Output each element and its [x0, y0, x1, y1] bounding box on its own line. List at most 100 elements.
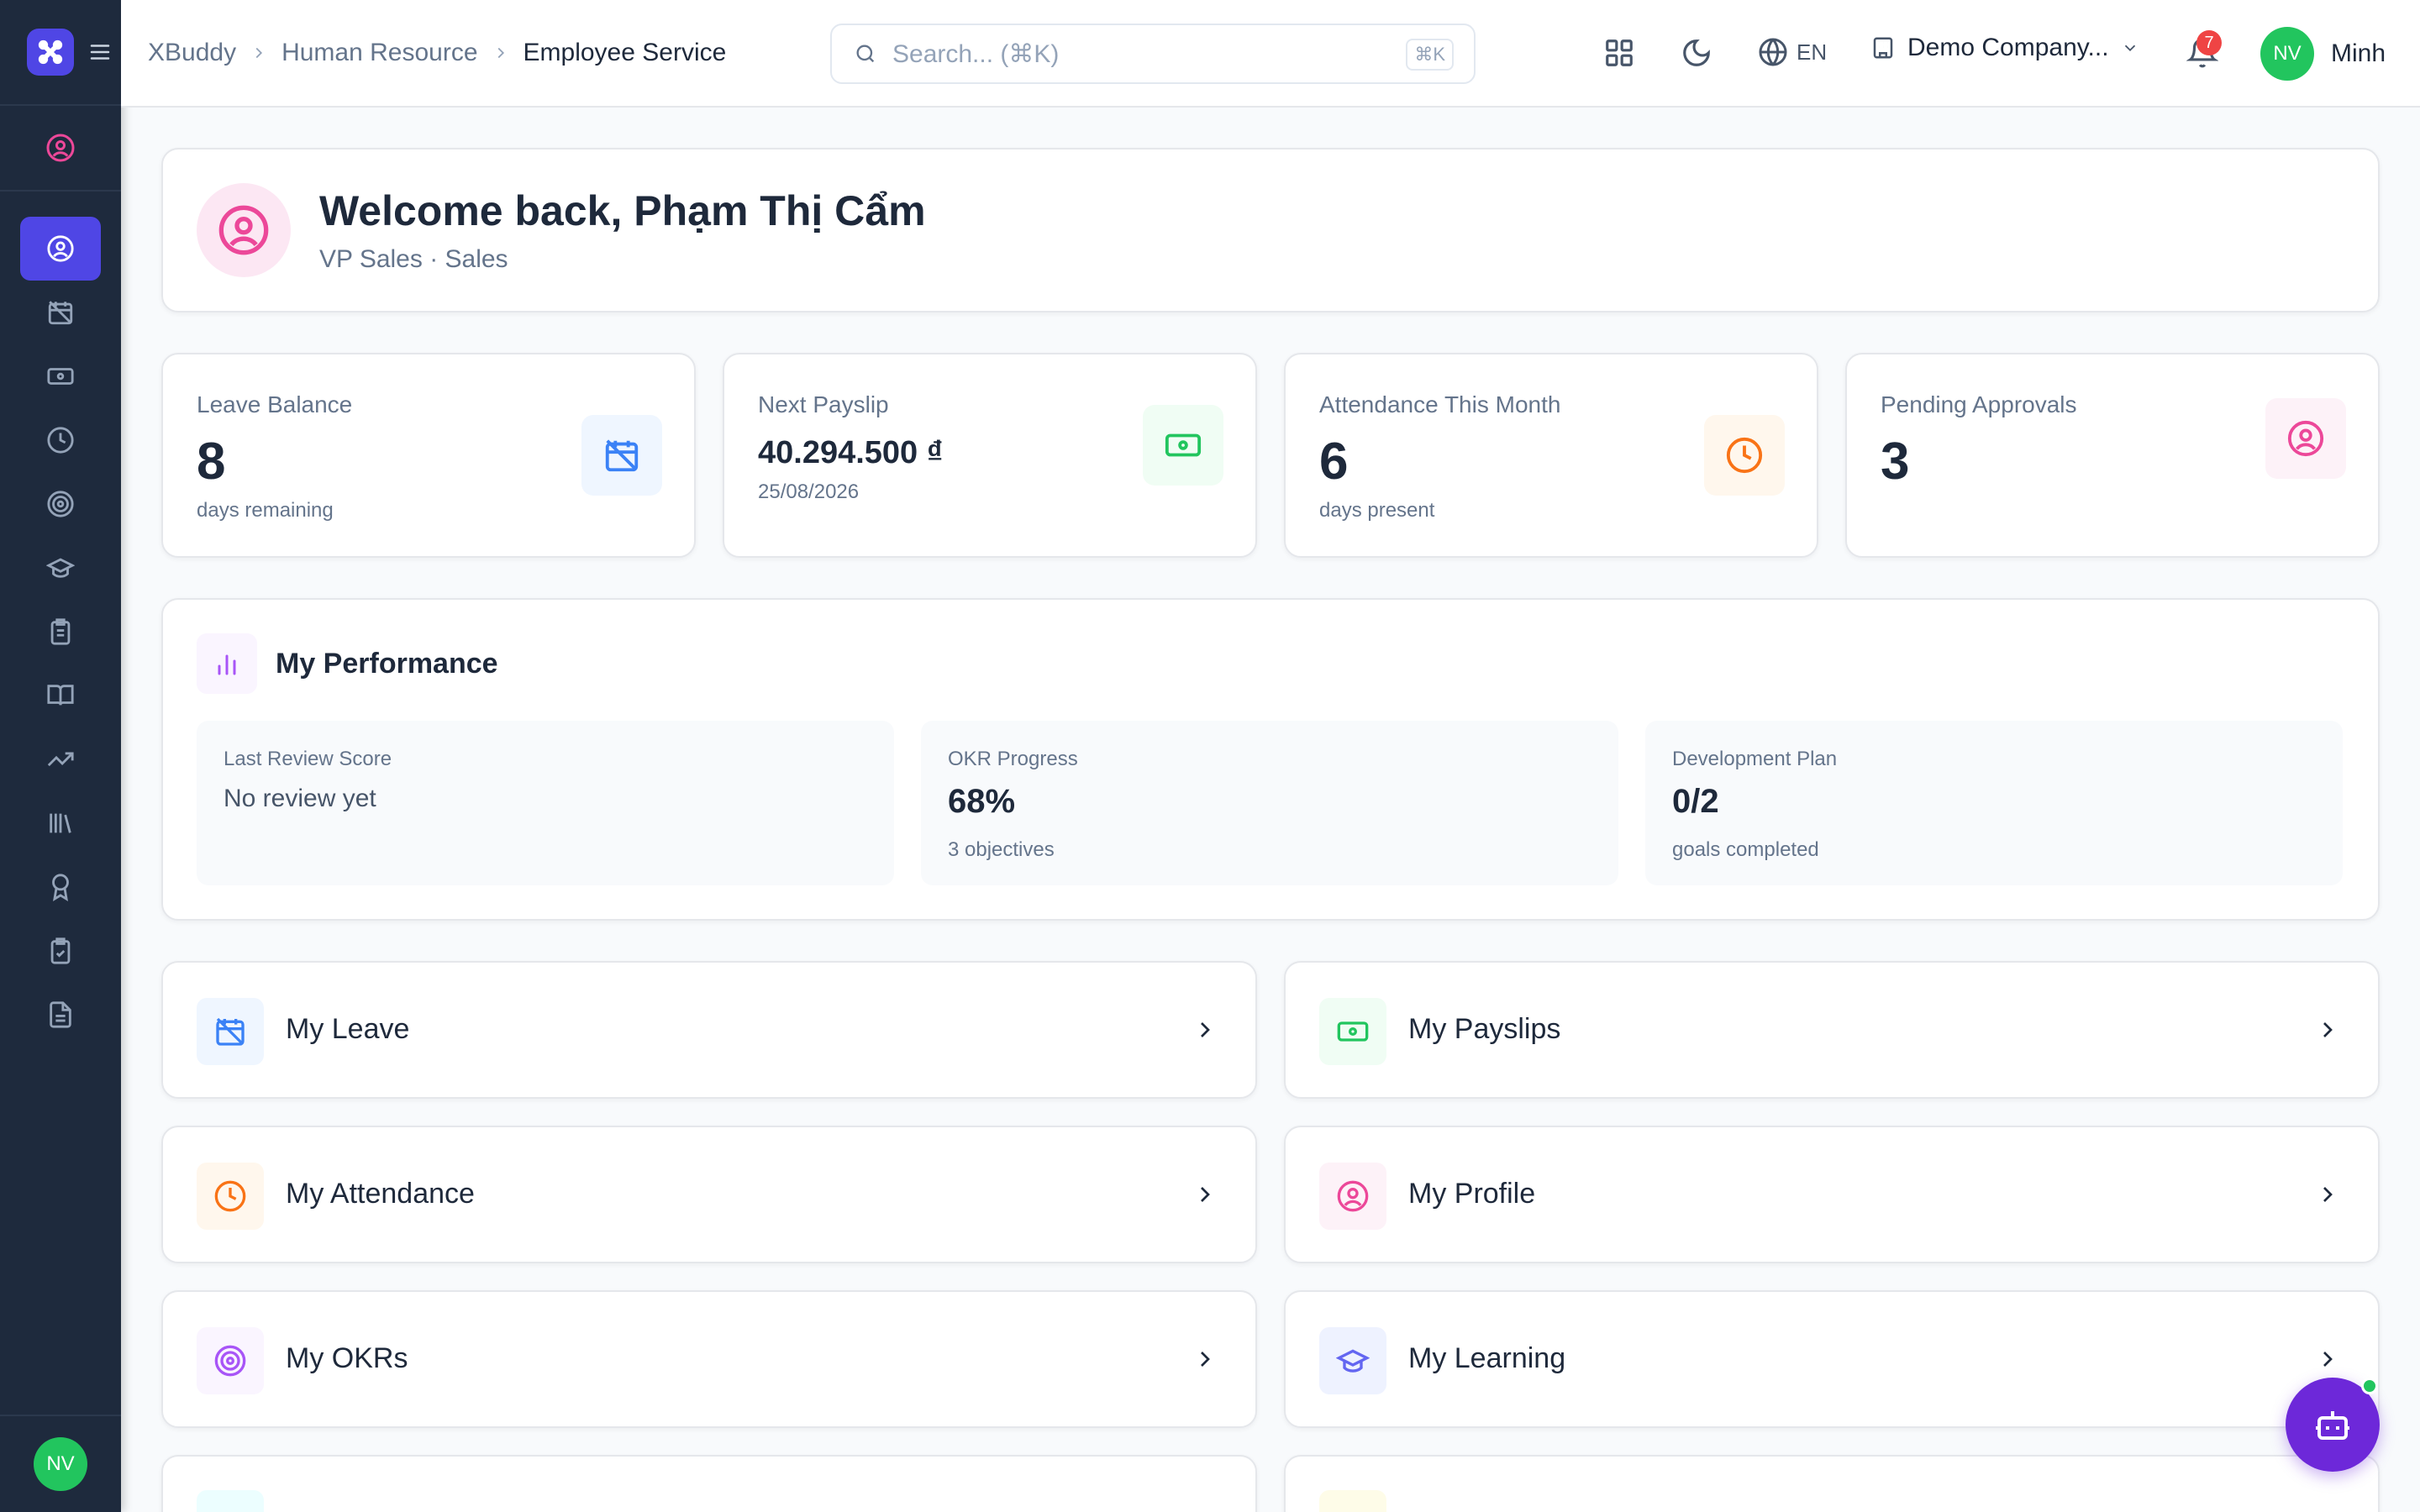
- chevron-right-icon: [1201, 1022, 1210, 1037]
- user-circle-icon: [2265, 398, 2346, 479]
- graduation-cap-icon: [1319, 1327, 1386, 1394]
- welcome-title: Welcome back, Phạm Thị Cẩm: [319, 187, 926, 234]
- link-label: My Profile: [1408, 1178, 1536, 1210]
- welcome-card: Welcome back, Phạm Thị Cẩm VP Sales · Sa…: [161, 148, 2380, 312]
- sidebar-item-attendance[interactable]: [20, 408, 101, 472]
- sidebar-nav: [0, 192, 121, 1047]
- stat-value: 3: [1881, 433, 1910, 491]
- welcome-subtitle: VP Sales · Sales: [319, 245, 508, 273]
- calendar-off-icon: [197, 998, 264, 1065]
- calendar-off-icon: [48, 301, 73, 325]
- my-okrs-link[interactable]: My OKRs: [161, 1290, 1257, 1428]
- apps-grid-icon[interactable]: [1603, 37, 1635, 69]
- link-label: My OKRs: [286, 1342, 408, 1374]
- search-shortcut: ⌘K: [1406, 39, 1454, 71]
- chevron-right-icon: [2323, 1352, 2333, 1367]
- book-open-icon: [47, 685, 74, 706]
- stat-sub: days present: [1319, 499, 1435, 522]
- trending-up-icon: [47, 752, 74, 767]
- my-leave-link[interactable]: My Leave: [161, 961, 1257, 1099]
- sidebar-item-tasks[interactable]: [20, 600, 101, 664]
- language-switcher[interactable]: EN: [1758, 37, 1827, 67]
- stat-sub: 25/08/2026: [758, 480, 860, 503]
- partial-icon: [1319, 1490, 1386, 1512]
- development-plan-sub: goals completed: [1672, 838, 1819, 861]
- my-profile-link[interactable]: My Profile: [1284, 1126, 2380, 1263]
- avatar[interactable]: NV: [34, 1437, 87, 1491]
- banknote-icon: [47, 368, 74, 385]
- bar-chart-icon: [197, 633, 257, 694]
- sidebar-item-library[interactable]: [20, 791, 101, 855]
- graduation-cap-icon: [46, 558, 75, 578]
- app-logo[interactable]: [27, 29, 74, 76]
- breadcrumb-item[interactable]: Human Resource: [281, 39, 477, 67]
- user-circle-icon: [197, 183, 291, 277]
- library-icon: [50, 813, 71, 833]
- my-payslips-link[interactable]: My Payslips: [1284, 961, 2380, 1099]
- sidebar-profile[interactable]: [0, 106, 121, 192]
- sidebar-footer: NV: [0, 1415, 121, 1512]
- clock-icon: [1704, 415, 1785, 496]
- my-learning-link[interactable]: My Learning: [1284, 1290, 2380, 1428]
- chevron-right-icon: [255, 47, 263, 59]
- stat-card-next-payslip[interactable]: Next Payslip 40.294.500 ₫ 25/08/2026: [723, 353, 1257, 558]
- award-icon: [52, 874, 69, 901]
- menu-toggle-icon[interactable]: [87, 39, 113, 65]
- sidebar-item-growth[interactable]: [20, 727, 101, 791]
- sidebar-item-learning[interactable]: [20, 536, 101, 600]
- target-icon: [197, 1327, 264, 1394]
- clock-icon: [197, 1163, 264, 1230]
- sidebar-item-payslips[interactable]: [20, 344, 101, 408]
- chevron-right-icon: [497, 47, 504, 59]
- link-label: My Attendance: [286, 1178, 475, 1210]
- sidebar-item-leave[interactable]: [20, 281, 101, 344]
- development-plan-value: 0/2: [1672, 783, 1719, 820]
- performance-card: My Performance Last Review Score No revi…: [161, 598, 2380, 921]
- search-icon: [856, 45, 875, 63]
- company-selector[interactable]: Demo Company...: [1870, 34, 2139, 62]
- link-label: My Payslips: [1408, 1013, 1561, 1045]
- sidebar-item-documents[interactable]: [20, 983, 101, 1047]
- development-plan-label: Development Plan: [1672, 748, 1838, 770]
- stat-card-attendance[interactable]: Attendance This Month 6 days present: [1284, 353, 1818, 558]
- user-menu[interactable]: NV Minh: [2260, 27, 2386, 81]
- stat-sub: days remaining: [197, 499, 334, 522]
- stat-label: Attendance This Month: [1319, 391, 1561, 417]
- chevron-right-icon: [2323, 1187, 2333, 1202]
- company-name: Demo Company...: [1907, 34, 2109, 61]
- search-input[interactable]: Search... (⌘K) ⌘K: [830, 24, 1476, 84]
- banknote-icon: [1143, 405, 1223, 486]
- language-label: EN: [1797, 39, 1828, 65]
- sidebar-item-okrs[interactable]: [20, 472, 101, 536]
- breadcrumb-current: Employee Service: [523, 39, 727, 66]
- link-label: My Leave: [286, 1013, 410, 1045]
- sidebar-item-employee-service[interactable]: [20, 217, 101, 281]
- sidebar-item-approvals[interactable]: [20, 919, 101, 983]
- performance-title: My Performance: [276, 647, 498, 680]
- online-indicator: [2361, 1378, 2378, 1394]
- stat-value: 8: [197, 433, 226, 491]
- my-attendance-link[interactable]: My Attendance: [161, 1126, 1257, 1263]
- review-score-panel: Last Review Score No review yet: [197, 721, 894, 885]
- next-link-card[interactable]: [1284, 1455, 2380, 1512]
- stat-card-pending-approvals[interactable]: Pending Approvals 3: [1845, 353, 2380, 558]
- stat-label: Pending Approvals: [1881, 391, 2077, 417]
- user-circle-icon: [47, 235, 74, 262]
- banknote-icon: [1319, 998, 1386, 1065]
- stat-label: Next Payslip: [758, 391, 889, 417]
- okr-progress-label: OKR Progress: [948, 748, 1078, 770]
- link-label: My Learning: [1408, 1342, 1566, 1374]
- user-name: Minh: [2331, 39, 2386, 67]
- stat-card-leave-balance[interactable]: Leave Balance 8 days remaining: [161, 353, 696, 558]
- target-icon: [47, 491, 74, 517]
- clipboard-list-icon: [50, 618, 71, 645]
- sidebar-item-awards[interactable]: [20, 855, 101, 919]
- okr-progress-value: 68%: [948, 783, 1016, 820]
- sidebar-header: [0, 0, 121, 106]
- moon-icon[interactable]: [1681, 37, 1712, 69]
- sidebar-item-handbook[interactable]: [20, 664, 101, 727]
- breadcrumb-item[interactable]: XBuddy: [148, 39, 236, 67]
- stat-value: 40.294.500 ₫: [758, 435, 944, 470]
- next-link-card[interactable]: [161, 1455, 1257, 1512]
- clock-icon: [47, 427, 74, 454]
